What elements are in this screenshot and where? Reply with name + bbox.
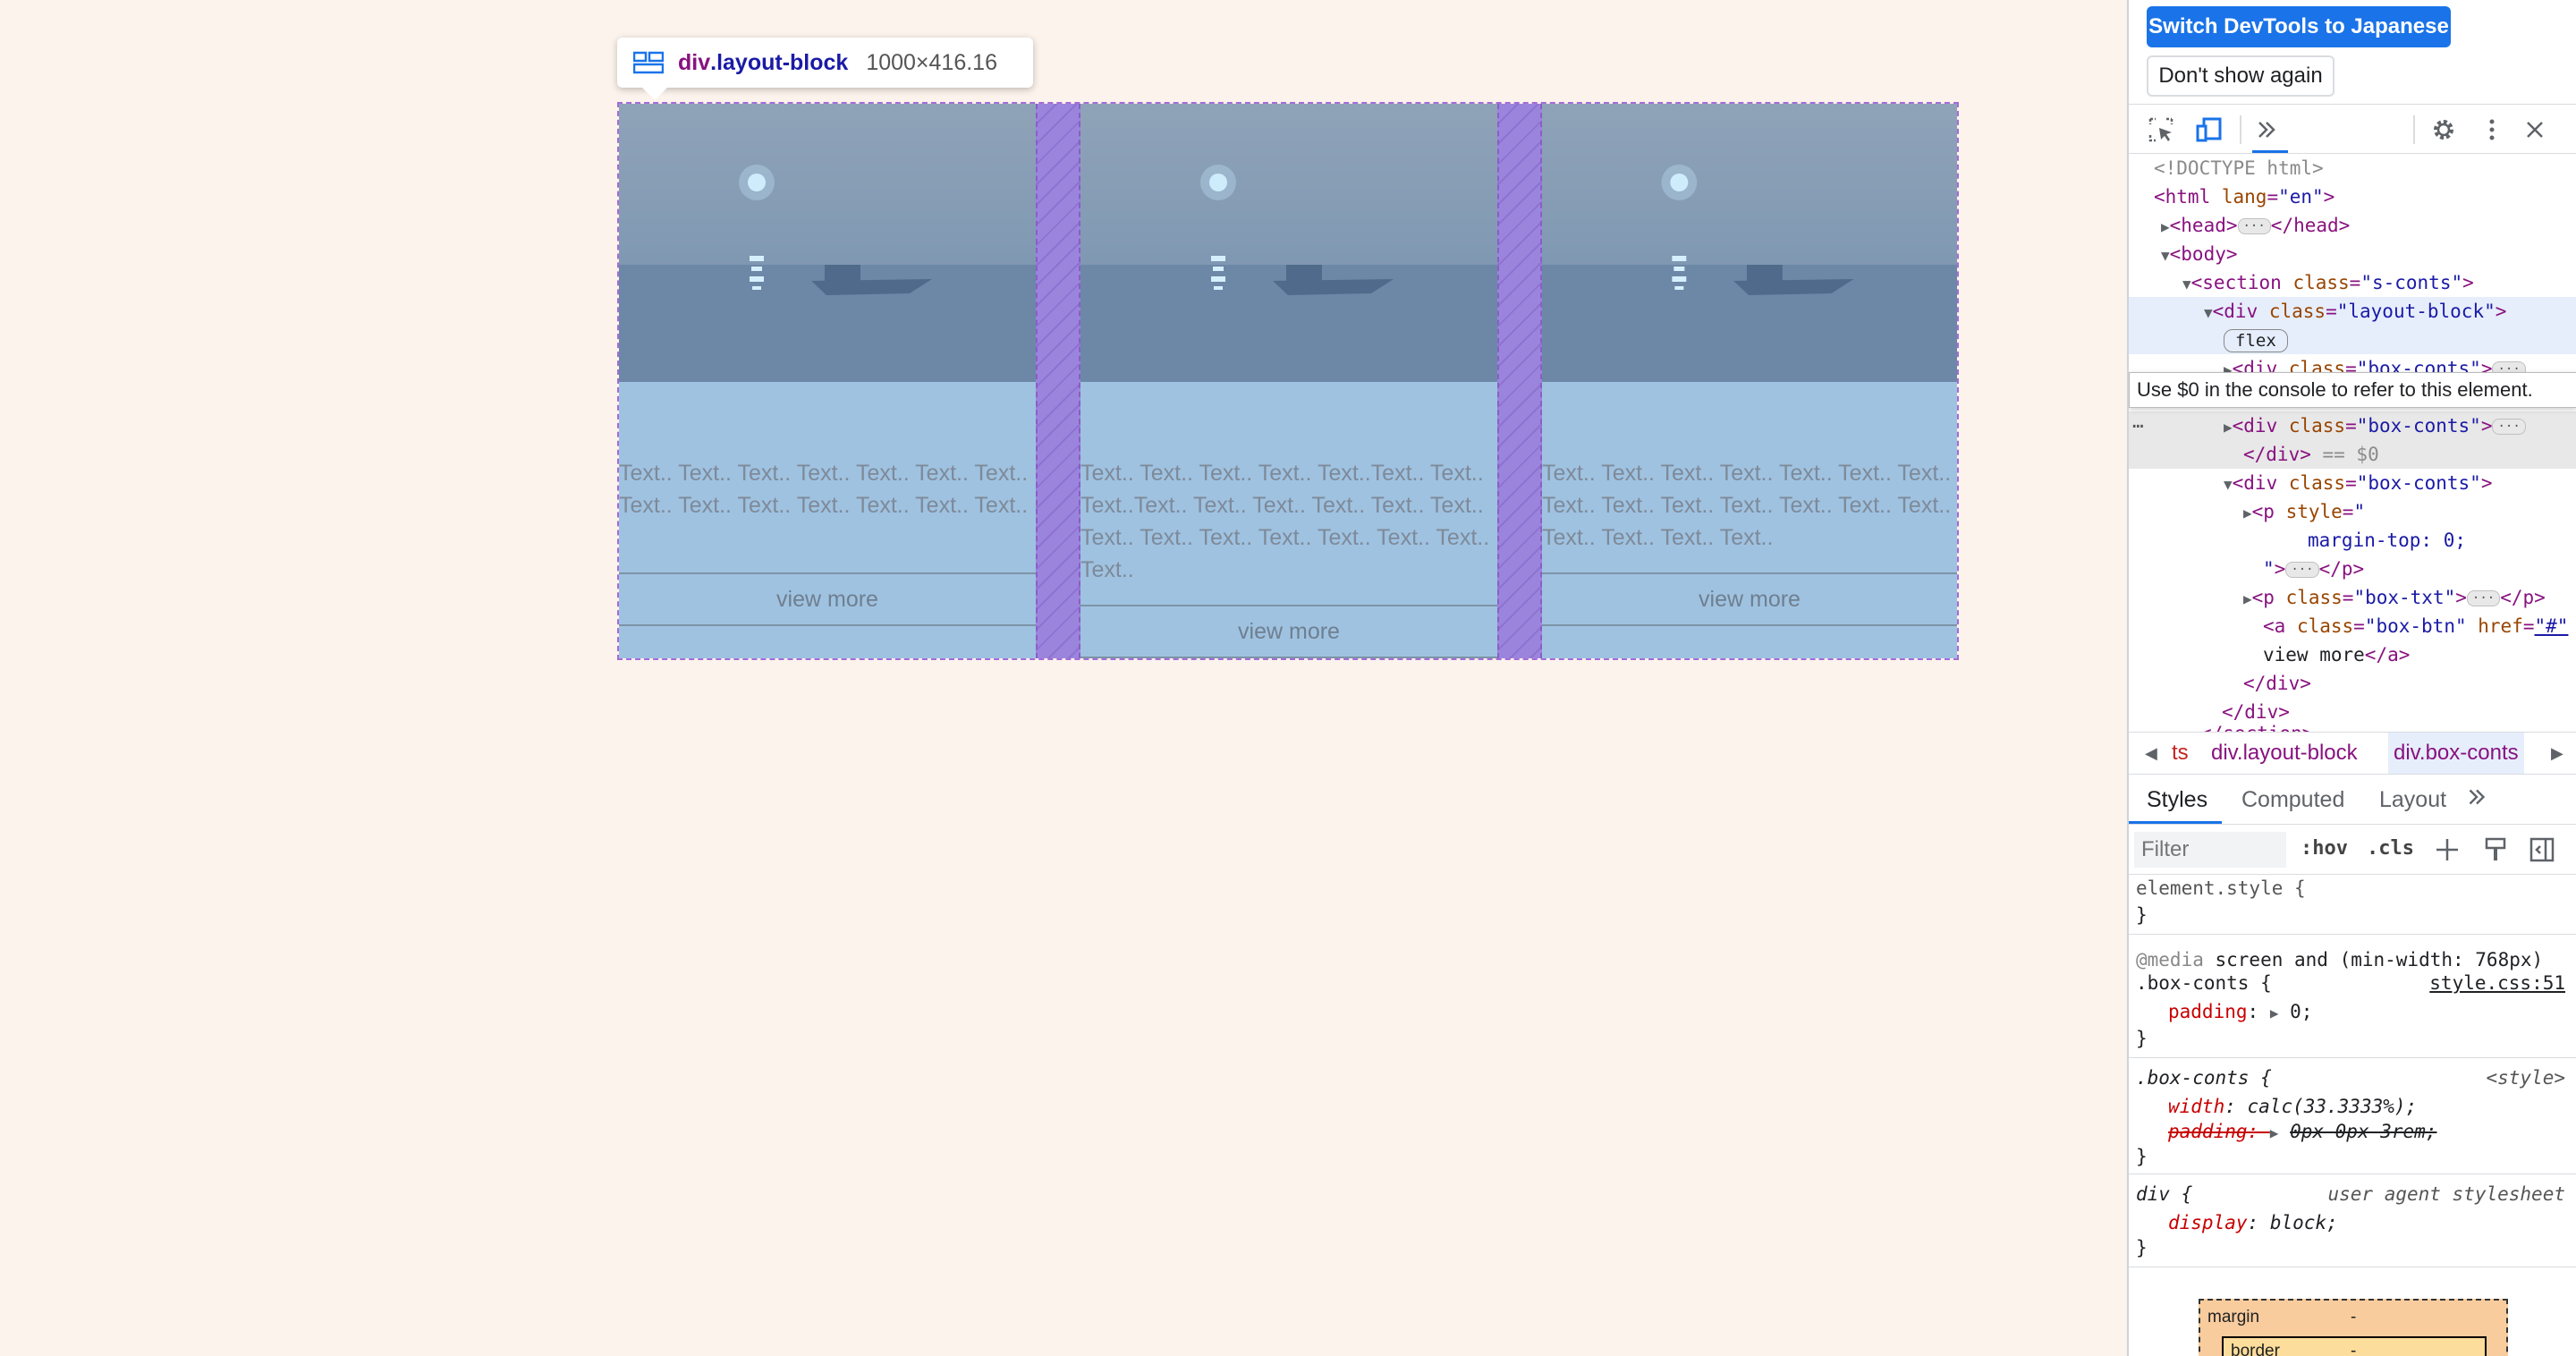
boat-photo	[1542, 104, 1957, 382]
box-model-label: margin	[2207, 1308, 2260, 1326]
device-toolbar-icon[interactable]	[2195, 115, 2224, 144]
sidebar-toggle-icon[interactable]	[2528, 835, 2556, 864]
dom-line[interactable]: ▶<p style="	[2129, 497, 2576, 526]
devtools-panel: Switch DevTools to Japanese Don't show a…	[2127, 0, 2576, 1356]
more-tabs-icon[interactable]	[2463, 784, 2490, 810]
breadcrumb-item[interactable]: div.layout-block	[2211, 733, 2358, 774]
dom-line[interactable]: ▼<body>	[2129, 240, 2576, 268]
boat-photo	[1080, 104, 1497, 382]
add-rule-icon[interactable]	[2433, 835, 2462, 864]
dom-line[interactable]: ▼<div class="box-conts">	[2129, 469, 2576, 497]
boat-photo	[619, 104, 1036, 382]
flex-layout-icon	[633, 51, 664, 74]
tab-computed[interactable]: Computed	[2241, 787, 2344, 813]
box-model-diagram: margin - border -	[2199, 1299, 2508, 1356]
style-brace: }	[2136, 1237, 2148, 1259]
dom-line[interactable]: ▶<head> ··· </head>	[2129, 211, 2576, 240]
box-conts-2[interactable]: Text.. Text.. Text.. Text.. Text..Text..…	[1080, 104, 1497, 658]
style-brace: }	[2136, 904, 2148, 926]
gear-icon[interactable]	[2429, 115, 2458, 144]
tab-styles[interactable]: Styles	[2147, 787, 2207, 813]
filter-input[interactable]	[2134, 832, 2286, 868]
style-source: user agent stylesheet	[2327, 1183, 2565, 1205]
box-model-border: border -	[2222, 1336, 2487, 1356]
paint-brush-icon[interactable]	[2481, 835, 2510, 864]
box-model-label: border	[2231, 1342, 2280, 1356]
ellipsis-icon[interactable]: ⋯	[2132, 411, 2159, 440]
box-text: Text.. Text.. Text.. Text.. Text.. Text.…	[1542, 461, 1952, 550]
breadcrumb-item-selected[interactable]: div.box-conts	[2388, 733, 2524, 774]
box-model-value: -	[2351, 1308, 2357, 1326]
dom-line[interactable]: margin-top: 0;	[2129, 526, 2576, 555]
scroll-left-icon[interactable]: ◀	[2145, 733, 2157, 774]
inspect-element-icon[interactable]	[2147, 115, 2175, 144]
styles-filter-bar: :hov .cls	[2129, 825, 2576, 875]
layout-block[interactable]: Text.. Text.. Text.. Text.. Text.. Text.…	[617, 102, 1959, 660]
style-declaration[interactable]: padding: ▶ 0;	[2136, 998, 2576, 1025]
view-more-button[interactable]: view more	[619, 572, 1036, 626]
kebab-menu-icon[interactable]	[2478, 115, 2506, 144]
dom-line-layout-block[interactable]: ▼<div class="layout-block">	[2129, 297, 2576, 326]
dom-line[interactable]: view more</a>	[2129, 640, 2576, 669]
style-brace: }	[2136, 1146, 2148, 1167]
box-model-value: -	[2351, 1342, 2357, 1356]
tooltip-tag: div.layout-block	[678, 49, 849, 75]
console-hint-tooltip: Use $0 in the console to refer to this e…	[2129, 372, 2576, 408]
view-more-button[interactable]: view more	[1080, 605, 1497, 658]
style-brace: }	[2136, 1028, 2148, 1049]
dom-line[interactable]: <html lang="en">	[2129, 182, 2576, 211]
flex-gap	[1497, 104, 1542, 658]
flex-badge[interactable]: flex	[2224, 329, 2288, 352]
more-tabs-icon[interactable]	[2252, 115, 2281, 144]
box-text: Text.. Text.. Text.. Text.. Text.. Text.…	[619, 461, 1029, 518]
dom-line[interactable]: </div>	[2129, 669, 2576, 698]
style-source: <style>	[2486, 1067, 2565, 1089]
dom-line[interactable]: </div> == $0	[2129, 440, 2576, 469]
style-declaration-overridden[interactable]: padding: ▶ 0px 0px 3rem;	[2136, 1118, 2576, 1145]
dom-line[interactable]: <a class="box-btn" href="#"	[2129, 612, 2576, 640]
box-text: Text.. Text.. Text.. Text.. Text..Text..…	[1080, 461, 1490, 582]
dom-line-selected[interactable]: ▶<div class="box-conts"> ···	[2129, 411, 2576, 440]
styles-tabs: Styles Computed Layout	[2129, 775, 2576, 825]
hov-toggle[interactable]: :hov	[2301, 837, 2348, 860]
style-source-link[interactable]: style.css:51	[2136, 970, 2565, 996]
dom-line[interactable]: ▶<p class="box-txt"> ··· </p>	[2129, 583, 2576, 612]
cls-toggle[interactable]: .cls	[2367, 837, 2414, 860]
dom-line[interactable]: <!DOCTYPE html>	[2129, 154, 2576, 182]
box-conts-1[interactable]: Text.. Text.. Text.. Text.. Text.. Text.…	[619, 104, 1036, 658]
scroll-right-icon[interactable]: ▶	[2551, 733, 2563, 774]
dont-show-again-button[interactable]: Don't show again	[2147, 55, 2334, 97]
flex-gap	[1036, 104, 1080, 658]
dom-line[interactable]: ▼<section class="s-conts">	[2129, 268, 2576, 297]
tooltip-size: 1000×416.16	[866, 49, 997, 75]
tab-layout[interactable]: Layout	[2379, 787, 2446, 813]
close-icon[interactable]	[2521, 115, 2549, 144]
breadcrumb-item[interactable]: ts	[2172, 733, 2189, 774]
elements-tree: <!DOCTYPE html> <html lang="en"> ▶<head>…	[2129, 154, 2576, 732]
box-conts-3[interactable]: Text.. Text.. Text.. Text.. Text.. Text.…	[1542, 104, 1957, 658]
element-inspect-tooltip: div.layout-block 1000×416.16	[617, 38, 1033, 100]
devtools-toolbar	[2129, 104, 2576, 154]
breadcrumb: ◀ ts div.layout-block div.box-conts ▶	[2129, 732, 2576, 775]
switch-language-button[interactable]: Switch DevTools to Japanese	[2147, 6, 2451, 47]
dom-line: flex	[2129, 326, 2576, 354]
style-declaration: display: block;	[2168, 1212, 2338, 1233]
style-rule-selector[interactable]: element.style {	[2136, 875, 2565, 902]
dom-line[interactable]: </section>	[2129, 719, 2576, 732]
style-declaration[interactable]: width: calc(33.3333%);	[2136, 1093, 2576, 1120]
dom-line[interactable]: "> ··· </p>	[2129, 555, 2576, 583]
view-more-button[interactable]: view more	[1542, 572, 1957, 626]
